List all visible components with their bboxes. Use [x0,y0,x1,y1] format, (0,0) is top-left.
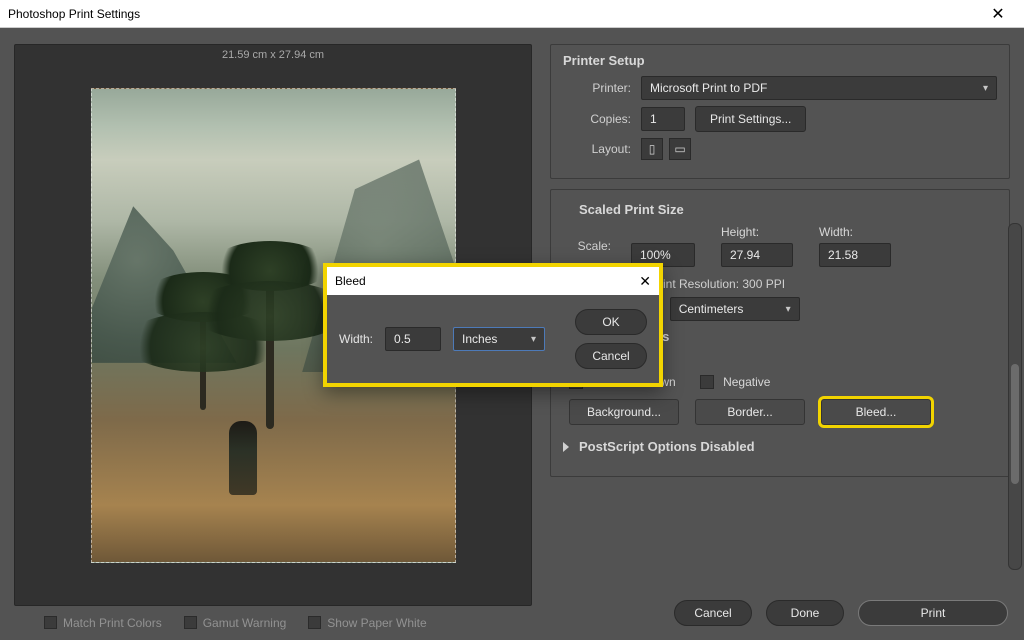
checkbox-icon [44,616,57,629]
bleed-dialog: Bleed ✕ Width: Inches ▾ OK Cancel [323,263,663,387]
bleed-dialog-titlebar: Bleed ✕ [327,267,659,295]
height-label: Height: [721,225,793,239]
border-button[interactable]: Border... [695,399,805,425]
match-print-colors-checkbox[interactable]: Match Print Colors [44,616,162,630]
bleed-units-value: Inches [462,332,497,346]
width-label: Width: [819,225,891,239]
bleed-width-input[interactable] [385,327,441,351]
titlebar: Photoshop Print Settings ✕ [0,0,1024,28]
scale-label: Scale: [563,239,611,253]
chevron-down-icon: ▾ [983,83,988,94]
preview-options-row: Match Print Colors Gamut Warning Show Pa… [14,606,532,630]
postscript-section-toggle[interactable]: PostScript Options Disabled [563,439,997,454]
show-paper-white-label: Show Paper White [327,616,426,630]
width-input[interactable] [819,243,891,267]
right-scrollbar[interactable] [1008,223,1022,570]
print-settings-window: Photoshop Print Settings ✕ 21.59 cm x 27… [0,0,1024,640]
bleed-close-button[interactable]: ✕ [639,273,651,290]
bleed-ok-button[interactable]: OK [575,309,647,335]
printer-select-value: Microsoft Print to PDF [650,81,767,95]
postscript-title: PostScript Options Disabled [579,439,755,454]
artwork-palm-1 [266,249,274,429]
gamut-warning-checkbox[interactable]: Gamut Warning [184,616,287,630]
layout-label: Layout: [563,142,631,156]
print-button[interactable]: Print [858,600,1008,626]
bleed-dialog-title: Bleed [335,274,366,288]
match-print-colors-label: Match Print Colors [63,616,162,630]
orientation-portrait-icon[interactable]: ▯ [641,138,663,160]
window-close-button[interactable]: ✕ [978,4,1018,24]
background-button[interactable]: Background... [569,399,679,425]
negative-label: Negative [723,375,770,389]
units-select[interactable]: Centimeters ▾ [670,297,800,321]
paper-dimensions-label: 21.59 cm x 27.94 cm [222,49,324,61]
window-title: Photoshop Print Settings [8,7,140,21]
bleed-width-label: Width: [339,332,373,346]
gamut-warning-label: Gamut Warning [203,616,287,630]
show-paper-white-checkbox[interactable]: Show Paper White [308,616,426,630]
height-input[interactable] [721,243,793,267]
artwork-figure [229,421,257,495]
checkbox-icon [700,375,714,389]
chevron-down-icon: ▾ [786,304,791,315]
units-select-value: Centimeters [679,302,744,316]
printer-setup-title: Printer Setup [563,53,997,68]
negative-checkbox[interactable]: Negative [700,375,771,389]
scaled-print-size-title: Scaled Print Size [579,202,997,217]
scroll-thumb[interactable] [1011,364,1019,484]
copies-input[interactable] [641,107,685,131]
dialog-footer: Cancel Done Print [674,600,1008,626]
bleed-units-select[interactable]: Inches ▾ [453,327,545,351]
printer-select[interactable]: Microsoft Print to PDF ▾ [641,76,997,100]
print-settings-button[interactable]: Print Settings... [695,106,806,132]
orientation-landscape-icon[interactable]: ▭ [669,138,691,160]
bleed-cancel-button[interactable]: Cancel [575,343,647,369]
bleed-button[interactable]: Bleed... [821,399,931,425]
printer-label: Printer: [563,81,631,95]
done-button[interactable]: Done [766,600,844,626]
checkbox-icon [184,616,197,629]
checkbox-icon [308,616,321,629]
print-resolution-label: Print Resolution: 300 PPI [651,277,785,291]
disclosure-closed-icon [563,442,569,452]
printer-setup-panel: Printer Setup Printer: Microsoft Print t… [550,44,1010,179]
cancel-button[interactable]: Cancel [674,600,752,626]
copies-label: Copies: [563,112,631,126]
chevron-down-icon: ▾ [531,334,536,345]
